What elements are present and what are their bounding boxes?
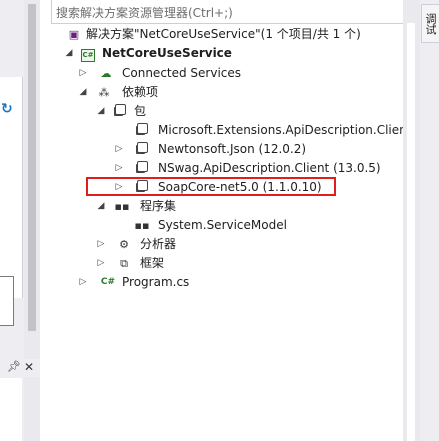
package-label: Newtonsoft.Json (12.0.2) bbox=[158, 142, 307, 156]
pin-icon[interactable]: 📌︎ bbox=[7, 360, 21, 373]
csharp-project-icon: C# bbox=[80, 44, 96, 63]
refresh-icon[interactable]: ↻ bbox=[1, 101, 17, 117]
collapse-arrow-icon[interactable]: ▷ bbox=[78, 64, 88, 83]
collapse-arrow-icon[interactable]: ▷ bbox=[114, 159, 124, 178]
assembly-label: System.ServiceModel bbox=[158, 218, 287, 232]
csharp-file-icon: C# bbox=[100, 277, 116, 287]
search-placeholder: 搜索解决方案资源管理器(Ctrl+;) bbox=[56, 6, 233, 20]
assembly-icon: ▪▪ bbox=[134, 219, 150, 232]
package-icon bbox=[134, 140, 150, 159]
assemblies-icon: ▪▪ bbox=[114, 200, 130, 213]
expand-arrow-icon[interactable]: ◢ bbox=[64, 44, 74, 63]
package-label: Microsoft.Extensions.ApiDescription.Clie… bbox=[158, 123, 420, 137]
expand-arrow-icon[interactable]: ◢ bbox=[96, 197, 106, 216]
assemblies-label: 程序集 bbox=[140, 199, 177, 213]
program-file-label: Program.cs bbox=[122, 275, 190, 289]
frameworks-icon: ⧉ bbox=[120, 257, 128, 270]
tree-scrollbar-thumb[interactable] bbox=[407, 23, 415, 441]
collapse-arrow-icon[interactable]: ▷ bbox=[78, 273, 88, 292]
highlight-box bbox=[86, 177, 336, 196]
connected-services-label: Connected Services bbox=[122, 66, 242, 80]
expand-arrow-icon[interactable]: ◢ bbox=[78, 83, 88, 102]
left-bottom-panel bbox=[0, 378, 22, 441]
packages-label: 包 bbox=[134, 104, 147, 118]
collapse-arrow-icon[interactable]: ▷ bbox=[96, 235, 106, 254]
tab-debug[interactable]: 调试 bbox=[421, 4, 439, 43]
project-label: NetCoreUseService bbox=[102, 46, 232, 60]
analyzers-icon: ⚙ bbox=[119, 238, 129, 251]
analyzers-label: 分析器 bbox=[140, 237, 177, 251]
package-label: NSwag.ApiDescription.Client (13.0.5) bbox=[158, 161, 381, 175]
solution-icon: ▣ bbox=[68, 28, 80, 41]
collapse-arrow-icon[interactable]: ▷ bbox=[114, 140, 124, 159]
close-icon[interactable]: ✕ bbox=[24, 360, 34, 374]
solution-label: 解决方案"NetCoreUseService"(1 个项目/共 1 个) bbox=[86, 27, 361, 41]
collapse-arrow-icon[interactable]: ▷ bbox=[96, 254, 106, 273]
dependencies-icon: ⁂ bbox=[98, 86, 110, 99]
left-panel-box bbox=[0, 276, 14, 326]
package-icon bbox=[134, 121, 150, 140]
expand-arrow-icon[interactable]: ◢ bbox=[96, 102, 106, 121]
dependencies-label: 依赖项 bbox=[122, 85, 159, 99]
left-scrollbar-thumb[interactable] bbox=[28, 4, 36, 331]
right-dock-strip bbox=[420, 0, 439, 441]
frameworks-label: 框架 bbox=[140, 256, 165, 270]
connected-services-icon: ☁ bbox=[100, 67, 112, 80]
packages-icon bbox=[112, 102, 128, 121]
package-icon bbox=[134, 159, 150, 178]
